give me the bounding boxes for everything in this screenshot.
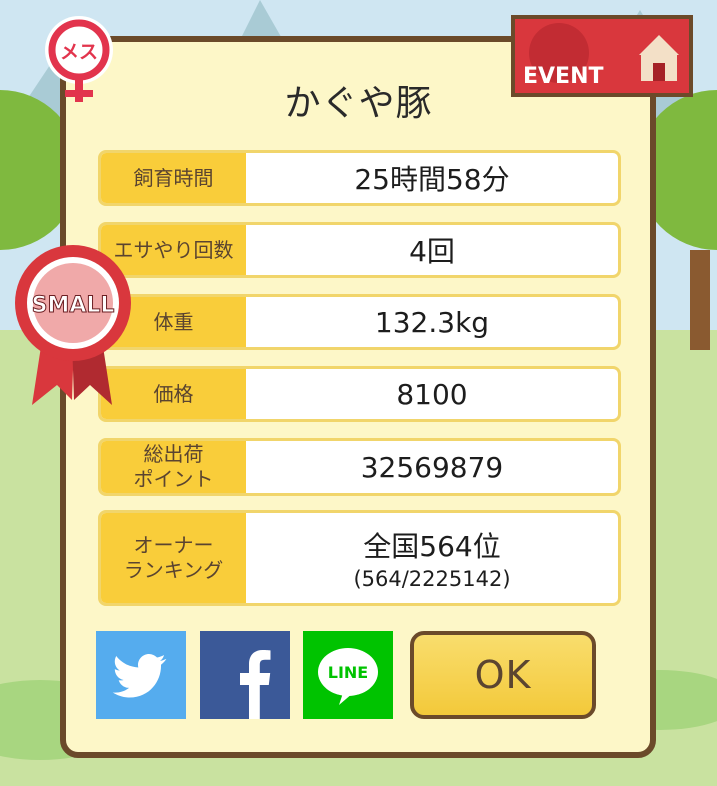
event-badge: EVENT <box>511 15 693 101</box>
twitter-bird-icon <box>96 631 186 719</box>
stat-label: 飼育時間 <box>101 153 246 203</box>
stat-row-feeding-time: 飼育時間 25時間58分 <box>98 150 621 206</box>
twitter-share-button[interactable] <box>96 631 186 719</box>
stat-row-shipping-points: 総出荷 ポイント 32569879 <box>98 438 621 496</box>
line-label: LINE <box>328 663 368 682</box>
female-gender-badge: メス <box>36 12 122 114</box>
size-label: SMALL <box>32 293 115 318</box>
stat-subvalue: (564/2225142) <box>353 567 511 591</box>
ok-button[interactable]: OK <box>410 631 596 719</box>
stat-row-feed-count: エサやり回数 4回 <box>98 222 621 278</box>
stat-label-line: オーナー ランキング <box>123 533 224 582</box>
stat-value: 8100 <box>396 377 468 411</box>
stat-row-owner-ranking: オーナー ランキング 全国564位 (564/2225142) <box>98 510 621 606</box>
small-size-ribbon-badge: SMALL <box>12 240 134 409</box>
stat-value: 32569879 <box>360 450 504 484</box>
stat-value: 4回 <box>409 235 455 268</box>
stat-value: 全国564位 <box>363 530 501 563</box>
gender-label: メス <box>60 41 98 63</box>
stat-value: 132.3kg <box>374 305 490 339</box>
facebook-f-icon <box>200 631 290 719</box>
event-label: EVENT <box>523 64 604 89</box>
stat-label: 総出荷 ポイント <box>101 441 246 493</box>
stat-row-price: 価格 8100 <box>98 366 621 422</box>
stat-value: 25時間58分 <box>354 163 510 196</box>
line-share-button[interactable]: LINE <box>303 631 393 719</box>
stat-label: オーナー ランキング <box>101 513 246 603</box>
stat-row-weight: 体重 132.3kg <box>98 294 621 350</box>
facebook-share-button[interactable] <box>200 631 290 719</box>
stat-label-line: 総出荷 ポイント <box>133 442 214 491</box>
